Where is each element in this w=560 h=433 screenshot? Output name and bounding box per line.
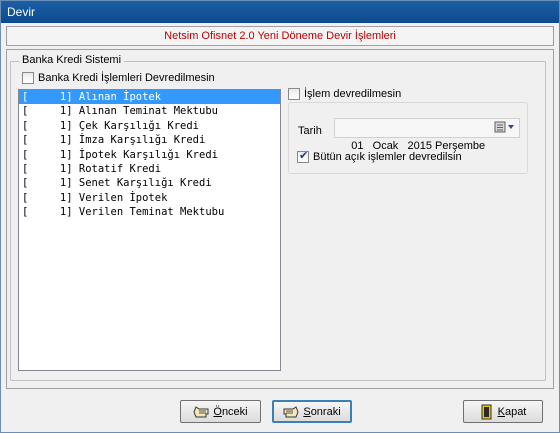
list-item[interactable]: [ 1] Alınan Teminat Mektubu	[19, 104, 280, 118]
no-transfer-label: İşlem devredilmesin	[304, 88, 402, 100]
close-button[interactable]: Kapat	[463, 400, 543, 423]
no-transfer-checkbox[interactable]	[288, 88, 300, 100]
date-label: Tarih	[298, 125, 322, 137]
list-item[interactable]: [ 1] Alınan İpotek	[19, 90, 280, 105]
next-button-label: Sonraki	[303, 405, 341, 418]
credit-type-list[interactable]: [ 1] Alınan İpotek [ 1] Alınan Teminat M…	[18, 89, 281, 371]
exit-door-icon	[481, 404, 492, 419]
no-transfer-bank-label: Banka Kredi İşlemleri Devredilmesin	[38, 72, 215, 84]
list-item[interactable]: [ 1] İpotek Karşılığı Kredi	[19, 148, 280, 162]
list-item[interactable]: [ 1] Senet Karşılığı Kredi	[19, 176, 280, 190]
list-item[interactable]: [ 1] Rotatif Kredi	[19, 162, 280, 176]
previous-button-label: Önceki	[213, 405, 248, 418]
header-banner: Netsim Ofisnet 2.0 Yeni Döneme Devir İşl…	[6, 26, 554, 46]
banner-text: Netsim Ofisnet 2.0 Yeni Döneme Devir İşl…	[164, 30, 396, 42]
previous-button[interactable]: Önceki	[180, 400, 261, 423]
hand-pointing-left-icon	[193, 405, 209, 417]
list-item[interactable]: [ 1] Çek Karşılığı Kredi	[19, 119, 280, 133]
transfer-open-items-checkbox[interactable]	[297, 149, 309, 163]
calendar-icon	[494, 121, 514, 133]
date-picker-field[interactable]: 01 Ocak 2015 Perşembe	[334, 118, 520, 152]
list-item[interactable]: [ 1] İmza Karşılığı Kredi	[19, 133, 280, 147]
group-legend: Banka Kredi Sistemi	[19, 54, 125, 66]
list-item[interactable]: [ 1] Verilen İpotek	[19, 191, 280, 205]
window-title: Devir	[7, 5, 36, 19]
hand-pointing-right-icon	[283, 405, 299, 417]
no-transfer-bank-checkbox[interactable]	[22, 72, 34, 84]
transfer-open-items-label: Bütün açık işlemler devredilsin	[313, 151, 462, 163]
devir-window: Devir Netsim Ofisnet 2.0 Yeni Döneme Dev…	[0, 0, 560, 433]
list-item[interactable]: [ 1] Verilen Teminat Mektubu	[19, 205, 280, 219]
close-button-label: Kapat	[497, 405, 527, 418]
next-button[interactable]: Sonraki	[272, 400, 352, 423]
calendar-dropdown-button[interactable]	[494, 120, 518, 135]
title-bar: Devir	[1, 1, 559, 23]
